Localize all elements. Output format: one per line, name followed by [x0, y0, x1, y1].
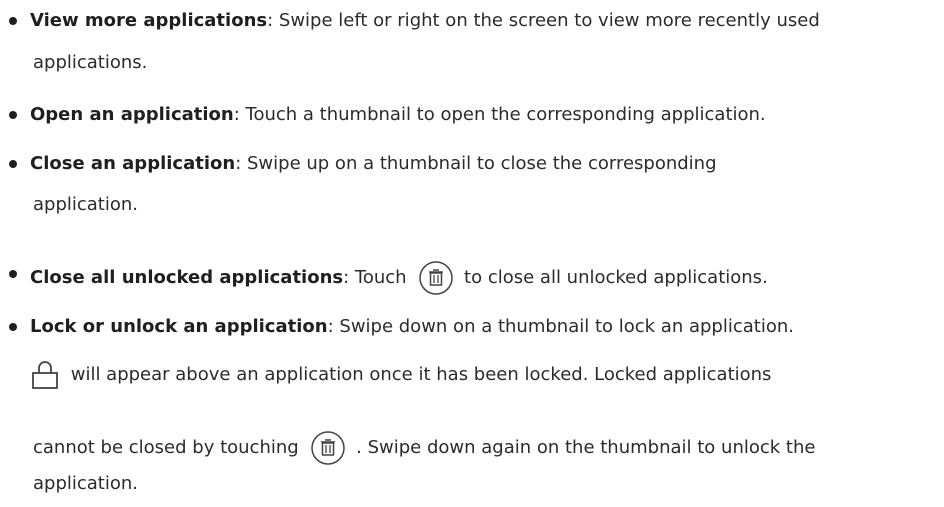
item-line: application. [33, 471, 138, 497]
item-text: application. [33, 194, 139, 215]
item-title: View more applications [30, 10, 268, 31]
item-text: will appear above an application once it… [65, 364, 772, 385]
separator: : [235, 153, 247, 174]
bullet [9, 111, 17, 119]
bullet [9, 323, 17, 331]
item-line: View more applications: Swipe left or ri… [30, 8, 820, 34]
item-text: application. [33, 473, 139, 494]
item-line: Open an application: Touch a thumbnail t… [30, 102, 766, 128]
item-text: cannot be closed by touching [33, 437, 305, 458]
bullet [9, 17, 17, 25]
item-text: Swipe up on a thumbnail to close the cor… [247, 153, 717, 174]
item-line: will appear above an application once it… [31, 360, 771, 390]
bullet [9, 270, 17, 278]
item-line: Close all unlocked applications: Touch t… [30, 260, 768, 296]
item-line: Close an application: Swipe up on a thum… [30, 151, 717, 177]
separator: : [267, 10, 279, 31]
instructions-document: View more applications: Swipe left or ri… [0, 0, 944, 507]
item-line: cannot be closed by touching . Swipe dow… [33, 430, 815, 466]
item-text: to close all unlocked applications. [458, 267, 768, 288]
trash-circle-icon [310, 430, 346, 466]
item-text: . Swipe down again on the thumbnail to u… [350, 437, 816, 458]
trash-circle-icon [418, 260, 454, 296]
item-text: Touch a thumbnail to open the correspond… [245, 104, 766, 125]
item-text: applications. [33, 52, 148, 73]
item-text: Swipe down on a thumbnail to lock an app… [339, 316, 794, 337]
lock-icon [31, 360, 59, 390]
item-title: Lock or unlock an application [30, 316, 328, 337]
item-title: Open an application [30, 104, 234, 125]
bullet [9, 160, 17, 168]
item-line: applications. [33, 50, 147, 76]
separator: : [327, 316, 340, 337]
separator: : [343, 267, 355, 288]
separator: : [233, 104, 246, 125]
item-title: Close an application [30, 153, 236, 174]
item-line: Lock or unlock an application: Swipe dow… [30, 314, 794, 340]
item-title: Close all unlocked applications [30, 267, 344, 288]
item-text: Touch [354, 267, 413, 288]
item-line: application. [33, 192, 138, 218]
item-text: Swipe left or right on the screen to vie… [278, 10, 820, 31]
